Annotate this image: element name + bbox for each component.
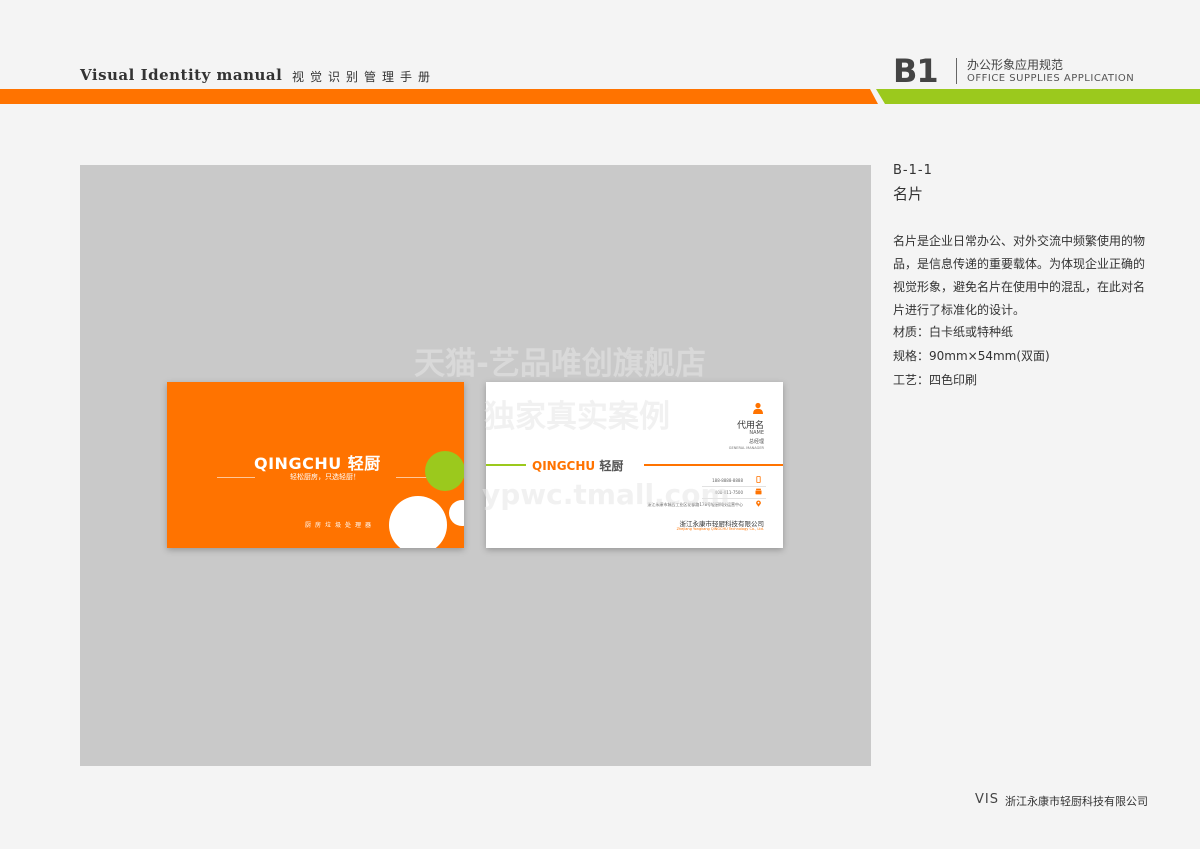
slogan-line-left (217, 477, 255, 478)
watermark-store: 天猫-艺品唯创旗舰店 (414, 346, 706, 382)
section-name-en: OFFICE SUPPLIES APPLICATION (967, 73, 1135, 84)
section-code: B1 (893, 52, 939, 90)
front-logo: QINGCHU 轻厨 (254, 450, 381, 474)
header-bar-orange (0, 89, 878, 104)
person-icon (753, 402, 763, 414)
spec-material: 材质：白卡纸或特种纸 (893, 325, 1014, 339)
card-address: 浙江永康市城西工业区花都路178号轻厨科技运营中心 (647, 502, 743, 507)
card-job-title-en: GENERAL MANAGER (728, 446, 764, 450)
contact-separator (702, 498, 766, 499)
back-line-green (486, 464, 526, 466)
contact-separator (702, 486, 766, 487)
item-title: 名片 (893, 185, 924, 203)
telephone-icon (755, 488, 762, 495)
business-card-back: 代用名 NAME 总经理 GENERAL MANAGER QINGCHU 轻厨 … (486, 382, 783, 548)
header-divider (956, 58, 957, 84)
manual-title: Visual Identity manual (80, 66, 283, 84)
mockup-stage: QINGCHU 轻厨 轻松厨房，只选轻厨！ 厨房垃圾处理器 代用名 NAME 总… (80, 165, 871, 766)
item-description: 名片是企业日常办公、对外交流中频繁使用的物品，是信息传递的重要载体。为体现企业正… (893, 234, 1146, 317)
white-circle-large (389, 496, 447, 548)
card-name-en: NAME (749, 430, 764, 436)
item-code: B-1-1 (893, 163, 933, 178)
front-logo-cn: 轻厨 (347, 454, 381, 473)
back-line-orange (644, 464, 783, 466)
location-pin-icon (756, 500, 761, 507)
phone-icon (756, 476, 761, 483)
spec-craft: 工艺：四色印刷 (893, 373, 978, 387)
back-logo: QINGCHU 轻厨 (532, 457, 623, 474)
card-hotline: 400-011-7500 (714, 490, 743, 495)
card-job-title: 总经理 (748, 439, 764, 445)
card-company-en: Zhejiang Yongkang QINGCHU Technology Co.… (676, 527, 764, 531)
back-logo-en: QINGCHU (532, 459, 596, 473)
front-logo-en: QINGCHU (254, 454, 342, 473)
front-slogan: 轻松厨房，只选轻厨！ (290, 473, 360, 481)
business-card-front: QINGCHU 轻厨 轻松厨房，只选轻厨！ 厨房垃圾处理器 (167, 382, 464, 548)
footer-vis: VIS (975, 792, 999, 807)
back-logo-cn: 轻厨 (599, 459, 624, 473)
front-services: 厨房垃圾处理器 (305, 522, 376, 529)
spec-size: 规格：90mm×54mm(双面) (893, 349, 1050, 363)
white-circle-small (449, 500, 464, 526)
card-phone: 188-8888-8888 (712, 478, 743, 483)
header-bar-green (876, 89, 1200, 104)
green-circle (425, 451, 464, 491)
footer-company: 浙江永康市轻厨科技有限公司 (1005, 795, 1148, 808)
manual-title-cn: 视觉识别管理手册 (292, 70, 437, 84)
section-name-cn: 办公形象应用规范 (967, 58, 1064, 72)
